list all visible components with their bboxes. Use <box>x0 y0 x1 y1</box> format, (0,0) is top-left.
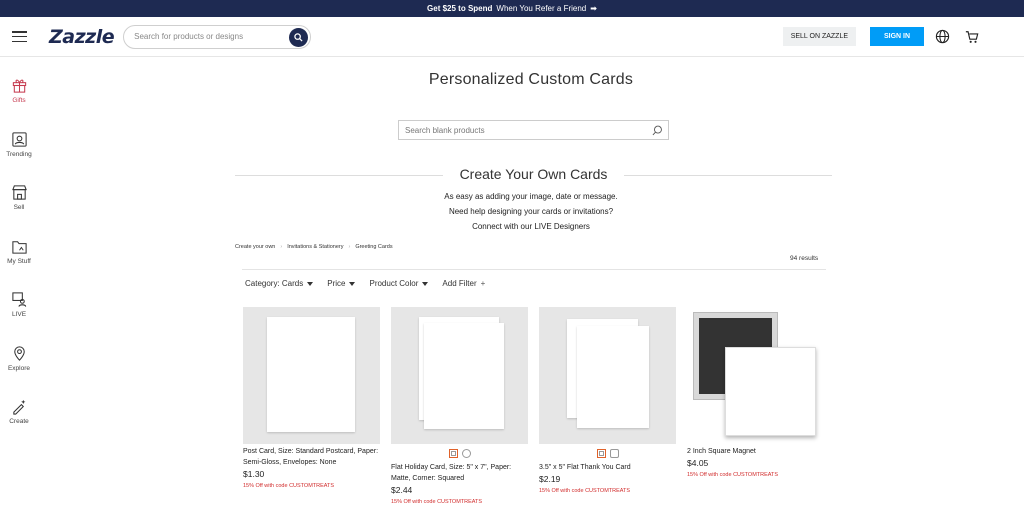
filter-category[interactable]: Category: Cards <box>245 279 314 288</box>
product-card[interactable]: Flat Holiday Card, Size: 5" x 7", Paper:… <box>391 307 528 505</box>
product-price: $4.05 <box>687 458 709 468</box>
sign-in-button[interactable]: SIGN IN <box>870 27 924 46</box>
product-name[interactable]: 3.5" x 5" Flat Thank You Card <box>539 462 676 473</box>
filter-label: Category: Cards <box>245 279 304 288</box>
promo-bold: Get $25 to Spend <box>427 4 493 13</box>
product-name[interactable]: Flat Holiday Card, Size: 5" x 7", Paper:… <box>391 462 528 484</box>
sidebar-item-explore[interactable]: Explore <box>0 326 38 380</box>
promo-text: When You Refer a Friend <box>496 4 587 13</box>
promo-banner[interactable]: Get $25 to Spend When You Refer a Friend… <box>0 0 1024 17</box>
swatch-squared[interactable] <box>596 448 606 458</box>
site-header: Zazzle SELL ON ZAZZLE SIGN IN <box>0 17 1024 57</box>
swatch-rounded[interactable] <box>609 448 619 458</box>
filter-price[interactable]: Price <box>327 279 356 288</box>
product-image[interactable] <box>391 307 528 444</box>
sidebar-item-label: Trending <box>6 150 32 158</box>
product-name[interactable]: 2 Inch Square Magnet <box>687 446 824 457</box>
blank-search-input[interactable] <box>405 125 645 135</box>
breadcrumb-item[interactable]: Create your own <box>235 244 275 250</box>
sidebar-item-trending[interactable]: Trending <box>0 112 38 166</box>
product-image[interactable] <box>687 307 824 444</box>
product-promo: 15% Off with code CUSTOMTREATS <box>243 483 335 489</box>
sidebar-item-label: My Stuff <box>7 257 31 265</box>
sidebar-item-label: Gifts <box>12 97 26 104</box>
blank-products-search <box>398 120 669 140</box>
divider <box>242 269 826 270</box>
live-icon <box>11 292 26 307</box>
page-title: Personalized Custom Cards <box>428 71 634 88</box>
product-image[interactable] <box>243 307 380 444</box>
folder-icon <box>11 240 27 254</box>
left-sidebar: Gifts Trending Sell My Stuff LIVE Explor… <box>0 58 38 433</box>
cart-icon[interactable] <box>964 29 980 45</box>
search-input[interactable] <box>134 32 285 41</box>
filter-label: Price <box>327 279 346 288</box>
product-grid: Post Card, Size: Standard Postcard, Pape… <box>243 307 824 505</box>
product-card[interactable]: Post Card, Size: Standard Postcard, Pape… <box>243 307 380 505</box>
sidebar-item-create[interactable]: Create <box>0 379 38 433</box>
sidebar-item-live[interactable]: LIVE <box>0 272 38 326</box>
caret-down-icon <box>307 281 314 286</box>
sidebar-item-label: Create <box>9 418 29 425</box>
filter-label: Product Color <box>369 279 419 288</box>
section-header: Create Your Own Cards <box>235 165 832 185</box>
add-filter-button[interactable]: Add Filter + <box>442 279 485 288</box>
option-swatches <box>539 446 676 460</box>
hamburger-menu-icon[interactable] <box>12 31 27 42</box>
create-icon <box>12 399 25 415</box>
sidebar-item-sell[interactable]: Sell <box>0 165 38 219</box>
divider <box>624 175 832 176</box>
product-name[interactable]: Post Card, Size: Standard Postcard, Pape… <box>243 446 380 468</box>
description-line: As easy as adding your image, date or me… <box>444 192 618 201</box>
description-line: Need help designing your cards or invita… <box>448 207 614 216</box>
plus-icon: + <box>480 279 486 288</box>
explore-icon <box>13 345 25 361</box>
globe-icon[interactable] <box>934 29 950 45</box>
sidebar-item-gifts[interactable]: Gifts <box>0 58 38 112</box>
filter-label: Add Filter <box>442 279 477 288</box>
sidebar-item-label: LIVE <box>11 311 27 318</box>
swatch-rounded[interactable] <box>461 448 471 458</box>
product-image[interactable] <box>539 307 676 444</box>
product-promo: 15% Off with code CUSTOMTREATS <box>687 472 779 478</box>
search-button[interactable] <box>289 27 309 47</box>
gift-icon <box>12 79 26 93</box>
breadcrumb-item[interactable]: Greeting Cards <box>355 244 392 250</box>
search-icon <box>294 32 303 42</box>
live-designers-link[interactable]: Connect with our LIVE Designers <box>38 222 1024 231</box>
swatch-squared[interactable] <box>448 448 458 458</box>
product-price: $2.44 <box>391 485 413 495</box>
store-icon <box>11 185 27 200</box>
section-title: Create Your Own Cards <box>459 166 608 182</box>
arrow-right-icon: ➡ <box>590 4 597 13</box>
sidebar-item-label: Explore <box>7 364 31 372</box>
site-search <box>123 24 312 49</box>
chevron-right-icon: › <box>348 244 351 250</box>
sidebar-item-my-stuff[interactable]: My Stuff <box>0 219 38 273</box>
product-promo: 15% Off with code CUSTOMTREATS <box>539 488 631 494</box>
results-count: 94 results <box>790 255 819 262</box>
filter-bar: Category: Cards Price Product Color Add … <box>245 279 485 288</box>
main-content: Personalized Custom Cards Create Your Ow… <box>38 58 1024 514</box>
sell-on-zazzle-button[interactable]: SELL ON ZAZZLE <box>782 27 856 46</box>
product-promo: 15% Off with code CUSTOMTREATS <box>391 499 483 505</box>
product-card[interactable]: 3.5" x 5" Flat Thank You Card $2.19 15% … <box>539 307 676 505</box>
product-card[interactable]: 2 Inch Square Magnet $4.05 15% Off with … <box>687 307 824 505</box>
product-price: $1.30 <box>243 469 265 479</box>
sidebar-item-label: Sell <box>13 204 25 211</box>
caret-down-icon <box>349 281 356 286</box>
breadcrumb: Create your own › Invitations & Statione… <box>235 244 393 250</box>
chevron-right-icon: › <box>280 244 283 250</box>
breadcrumb-item[interactable]: Invitations & Stationery <box>287 244 343 250</box>
product-price: $2.19 <box>539 474 561 484</box>
trending-icon <box>11 131 27 147</box>
zazzle-logo[interactable]: Zazzle <box>49 26 115 48</box>
caret-down-icon <box>422 281 429 286</box>
search-icon[interactable] <box>652 125 663 136</box>
option-swatches <box>391 446 528 460</box>
filter-product-color[interactable]: Product Color <box>369 279 429 288</box>
